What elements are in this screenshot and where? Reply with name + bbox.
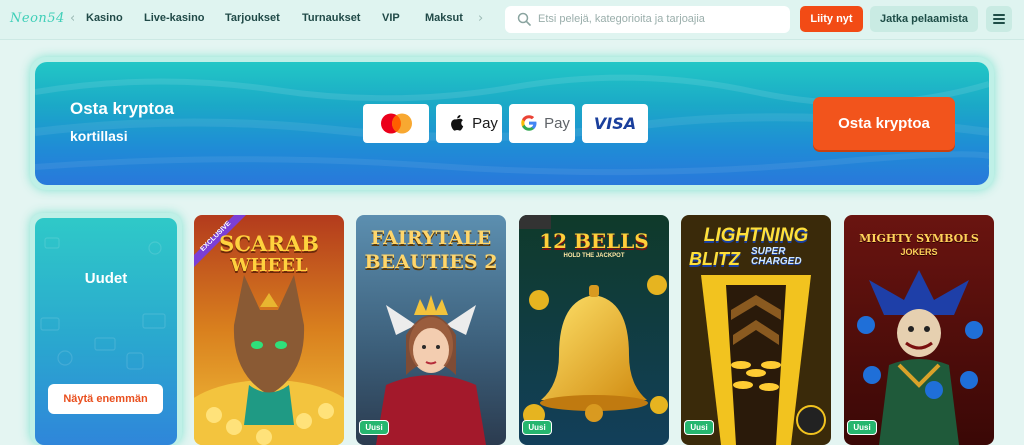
new-badge: Uusi [522, 420, 552, 435]
game-title-line1: MIGHTY SYMBOLS [859, 232, 979, 245]
nav-item-turnaukset[interactable]: Turnaukset [302, 12, 360, 24]
game-title-line3: SUPER CHARGED [751, 246, 802, 267]
site-logo[interactable]: Neon54 [10, 11, 65, 26]
fairytale-beauties-artwork [356, 215, 506, 445]
game-title-line1: FAIRYTALE [370, 227, 492, 249]
nav-item-tarjoukset[interactable]: Tarjoukset [225, 12, 280, 24]
search-icon [517, 12, 531, 26]
banner-title: Osta kryptoa [70, 99, 174, 118]
game-title-line2: HOLD THE JACKPOT [563, 253, 625, 259]
game-title-line2: BEAUTIES 2 [364, 251, 498, 273]
join-now-button[interactable]: Liity nyt [800, 6, 863, 32]
nav-item-vip[interactable]: VIP [382, 12, 400, 24]
nav-item-kasino[interactable]: Kasino [86, 12, 123, 24]
continue-playing-button[interactable]: Jatka pelaamista [870, 6, 978, 32]
show-more-button[interactable]: Näytä enemmän [48, 384, 163, 414]
game-title-line2: WHEEL [230, 255, 308, 276]
buy-crypto-button[interactable]: Osta kryptoa [813, 97, 955, 150]
nav-item-live-kasino[interactable]: Live-kasino [144, 12, 205, 24]
game-tile-scarab-wheel[interactable]: EXCLUSIVE SCARAB WHEEL [194, 215, 344, 445]
new-badge: Uusi [359, 420, 389, 435]
game-title-line2: BLITZ [689, 249, 740, 269]
crypto-banner[interactable]: Osta kryptoa kortillasi Pay Pay VISA Ost… [35, 62, 989, 185]
game-tile-mighty-symbols-jokers[interactable]: MIGHTY SYMBOLS JOKERS Uusi [844, 215, 994, 445]
nav-scroll-right-icon[interactable]: › [478, 11, 483, 26]
new-games-title: Uudet [84, 270, 128, 287]
mastercard-icon [381, 113, 412, 134]
hamburger-menu-icon[interactable] [986, 6, 1012, 32]
mastercard-logo [363, 104, 429, 143]
nav-item-maksut[interactable]: Maksut [425, 12, 463, 24]
top-navigation-bar: Neon54 ‹ Kasino Live-kasino Tarjoukset T… [0, 0, 1024, 40]
game-tile-lightning-blitz[interactable]: LIGHTNING BLITZ SUPER CHARGED Uusi [681, 215, 831, 445]
apple-pay-logo: Pay [436, 104, 502, 143]
google-pay-text: Pay [544, 115, 570, 132]
google-pay-logo: Pay [509, 104, 575, 143]
game-title-line2: JOKERS [900, 247, 938, 257]
visa-text: VISA [593, 114, 637, 133]
new-badge: Uusi [684, 420, 714, 435]
nav-scroll-left-icon[interactable]: ‹ [70, 11, 75, 26]
game-title-line1: 12 BELLS [539, 229, 649, 253]
search-placeholder: Etsi pelejä, kategorioita ja tarjoajia [538, 13, 705, 25]
game-title-line1: SCARAB [219, 231, 319, 256]
game-tile-fairytale-beauties-2[interactable]: FAIRYTALE BEAUTIES 2 Uusi [356, 215, 506, 445]
new-games-card[interactable]: Uudet Näytä enemmän [35, 218, 177, 445]
game-tile-12-bells[interactable]: 12 BELLS HOLD THE JACKPOT Uusi [519, 215, 669, 445]
search-input[interactable]: Etsi pelejä, kategorioita ja tarjoajia [505, 6, 790, 33]
game-title-line1: LIGHTNING [703, 225, 809, 246]
new-badge: Uusi [847, 420, 877, 435]
banner-subtitle: kortillasi [70, 128, 128, 144]
visa-logo: VISA [582, 104, 648, 143]
